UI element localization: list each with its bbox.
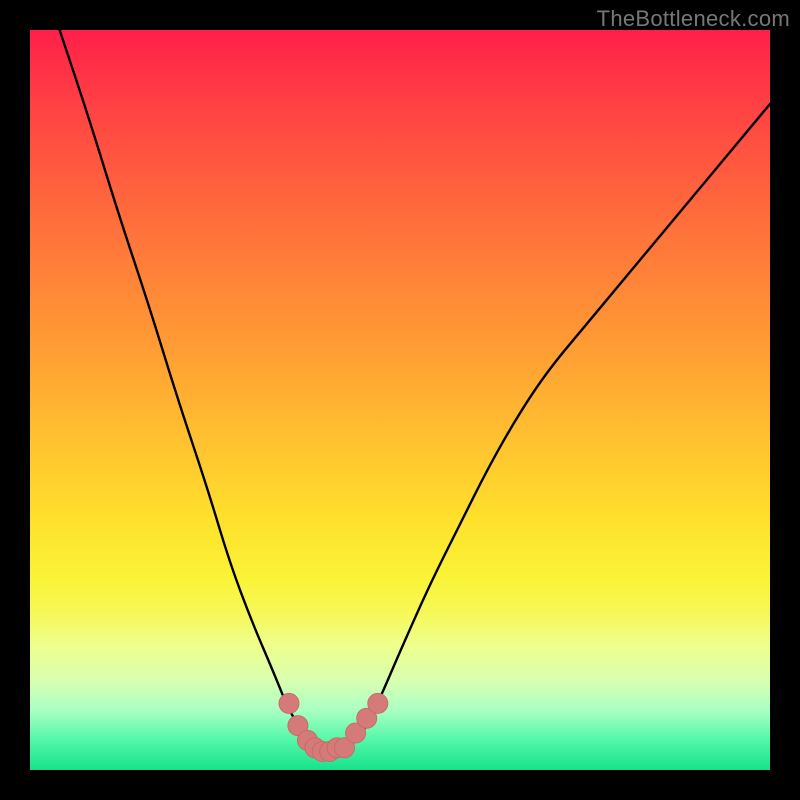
bottleneck-curve <box>60 30 770 755</box>
watermark-text: TheBottleneck.com <box>597 6 790 32</box>
curve-markers <box>279 693 388 761</box>
chart-frame: TheBottleneck.com <box>0 0 800 800</box>
marker-point <box>368 693 388 713</box>
curve-svg <box>30 30 770 770</box>
marker-point <box>279 693 299 713</box>
plot-area <box>30 30 770 770</box>
